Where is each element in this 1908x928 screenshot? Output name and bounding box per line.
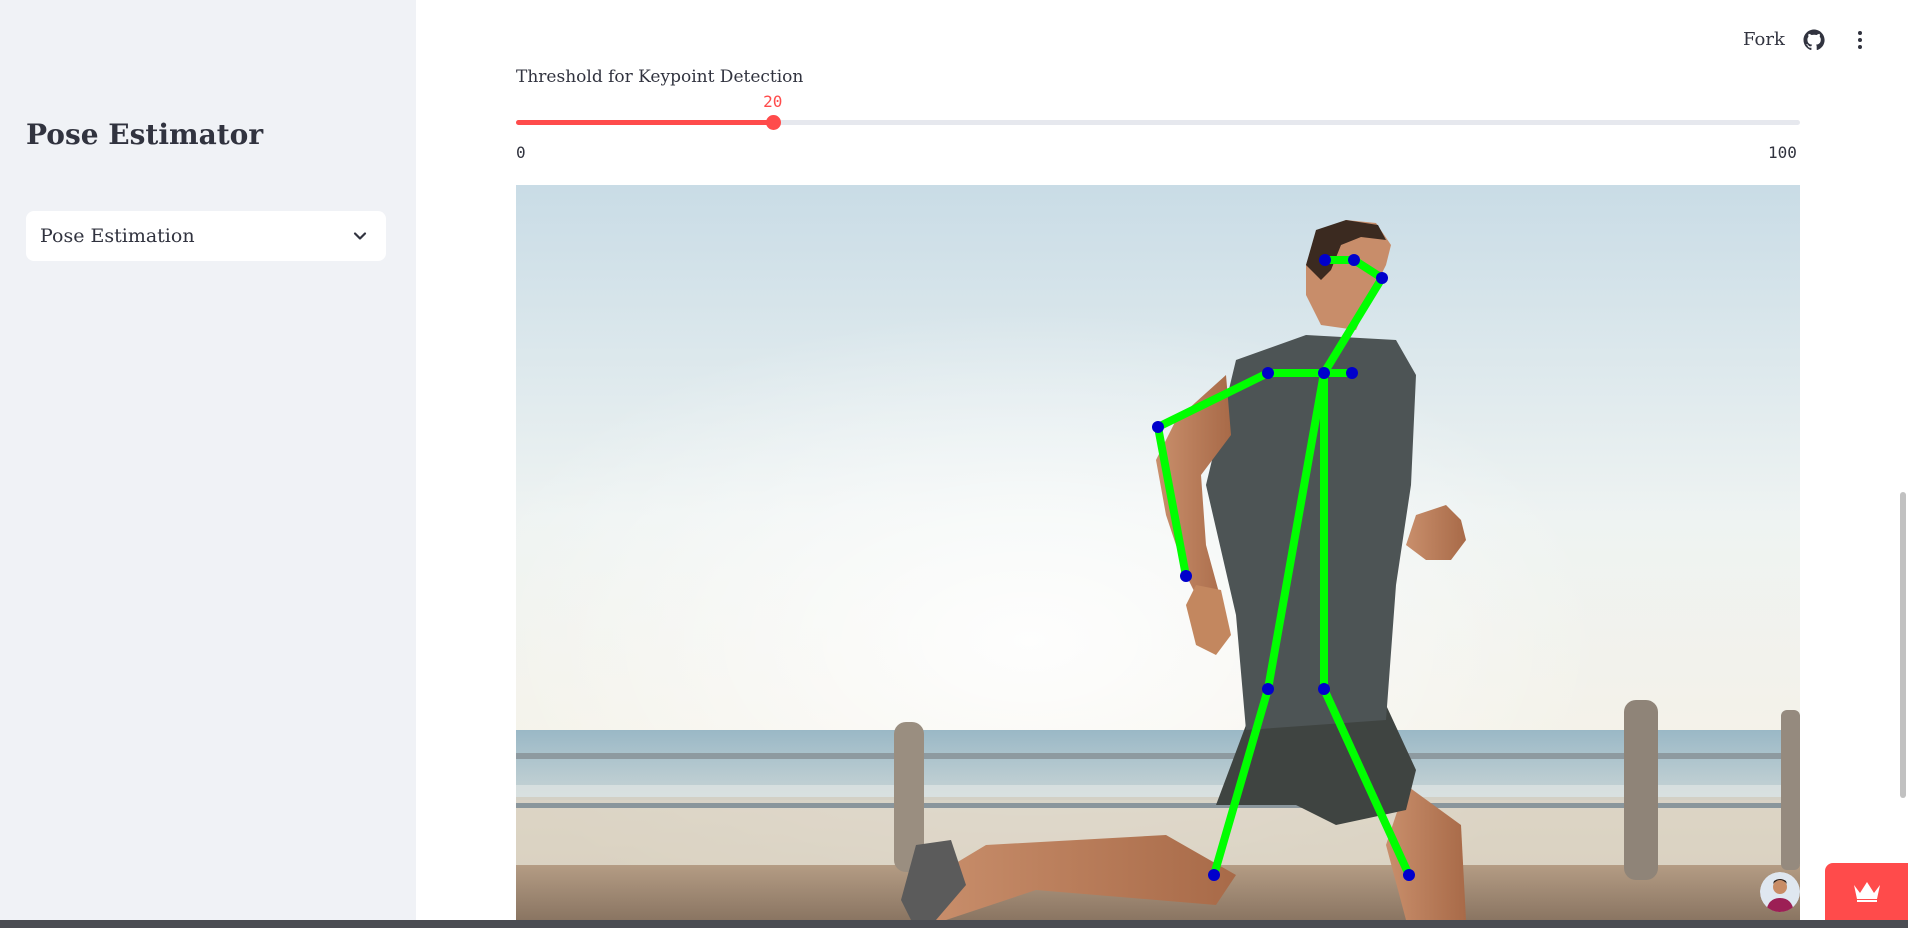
slider-thumb[interactable] [765,115,781,130]
avatar[interactable] [1760,872,1800,912]
slider-fill [516,120,773,125]
slider-value: 20 [763,92,783,111]
scrollbar-thumb[interactable] [1900,492,1906,798]
crown-icon [1854,882,1880,902]
mode-select[interactable]: Pose Estimation [26,211,386,261]
fork-button[interactable]: Fork [1743,29,1785,50]
more-vertical-icon[interactable] [1848,28,1872,52]
slider-label: Threshold for Keypoint Detection [516,67,804,87]
pose-estimation-image [516,185,1800,920]
threshold-slider[interactable] [516,115,1800,130]
window-bottom-border [0,920,1908,928]
sidebar-title: Pose Estimator [26,118,264,151]
chevron-down-icon [353,232,367,240]
mode-select-value: Pose Estimation [40,225,195,247]
sidebar: Pose Estimator Pose Estimation [0,0,416,920]
slider-min: 0 [516,143,526,162]
github-icon[interactable] [1802,28,1826,52]
slider-max: 100 [1768,143,1797,162]
